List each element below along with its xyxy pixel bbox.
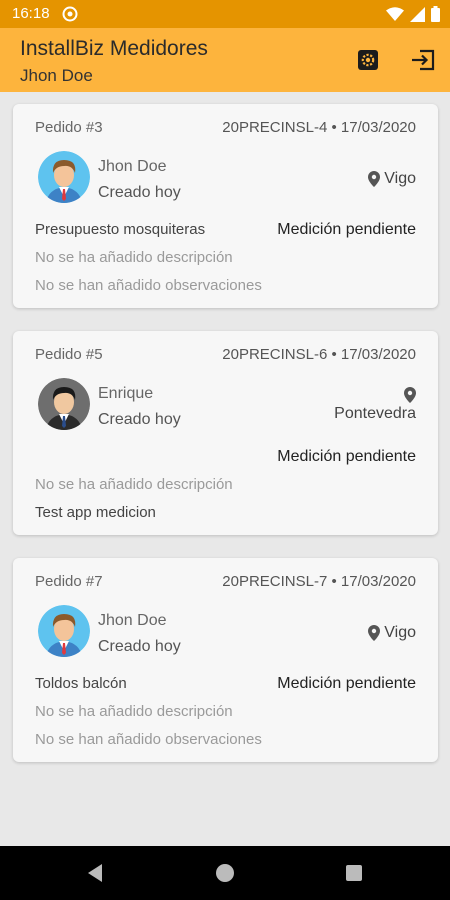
order-number: Pedido #7 [35,573,103,590]
wifi-icon [386,6,404,21]
back-icon[interactable] [86,863,104,883]
order-number: Pedido #5 [35,346,103,363]
order-card[interactable]: Pedido #7 20PRECINSL-7 • 17/03/2020 Jhon… [13,558,438,762]
order-card[interactable]: Pedido #5 20PRECINSL-6 • 17/03/2020 Enri… [13,331,438,535]
created-label: Creado hoy [98,411,181,428]
home-icon[interactable] [216,864,234,882]
description: No se ha añadido descripción [35,249,233,266]
recent-apps-icon[interactable] [346,865,362,881]
user-avatar-icon [38,605,90,657]
created-label: Creado hoy [98,184,181,201]
order-code-date: 20PRECINSL-4 • 17/03/2020 [222,119,416,136]
status-label: Medición pendiente [277,675,416,692]
signal-icon [410,6,425,22]
job-title: Toldos balcón [35,675,127,692]
battery-icon [431,6,440,22]
location-pin-icon [368,171,381,187]
status-time: 16:18 [12,5,50,22]
user-name: Enrique [98,385,154,402]
job-title: Presupuesto mosquiteras [35,221,206,238]
location-pin-icon [404,387,416,403]
app-subtitle: Jhon Doe [20,66,93,85]
logout-button[interactable] [403,40,443,80]
user-name: Jhon Doe [98,158,167,175]
user-avatar-icon [38,378,90,430]
observations: No se han añadido observaciones [35,277,262,294]
description: No se ha añadido descripción [35,476,233,493]
navigation-bar [0,846,450,900]
avatar [38,605,90,657]
app-title: InstallBiz Medidores [20,37,208,60]
observations: No se han añadido observaciones [35,731,262,748]
status-label: Medición pendiente [277,221,416,238]
settings-button[interactable] [348,40,388,80]
order-code-date: 20PRECINSL-6 • 17/03/2020 [222,346,416,363]
location: Vigo [368,624,416,642]
order-code-date: 20PRECINSL-7 • 17/03/2020 [222,573,416,590]
settings-icon [358,50,378,70]
orders-list: Pedido #3 20PRECINSL-4 • 17/03/2020 Jhon… [0,92,450,846]
avatar [38,378,90,430]
order-card[interactable]: Pedido #3 20PRECINSL-4 • 17/03/2020 Jhon… [13,104,438,308]
sync-icon [62,6,78,22]
description: No se ha añadido descripción [35,703,233,720]
status-bar: 16:18 [0,0,450,28]
location-pin-icon [368,625,381,641]
location: Vigo [368,170,416,188]
logout-icon [412,49,435,71]
observations: Test app medicion [35,504,156,521]
status-label: Medición pendiente [277,448,416,465]
location: Pontevedra [334,387,416,423]
order-number: Pedido #3 [35,119,103,136]
user-avatar-icon [38,151,90,203]
created-label: Creado hoy [98,638,181,655]
location-label: Pontevedra [334,405,416,422]
avatar [38,151,90,203]
location-label: Vigo [384,170,416,187]
app-bar: InstallBiz Medidores Jhon Doe [0,28,450,92]
location-label: Vigo [384,624,416,641]
status-icons [386,6,440,22]
user-name: Jhon Doe [98,612,167,629]
